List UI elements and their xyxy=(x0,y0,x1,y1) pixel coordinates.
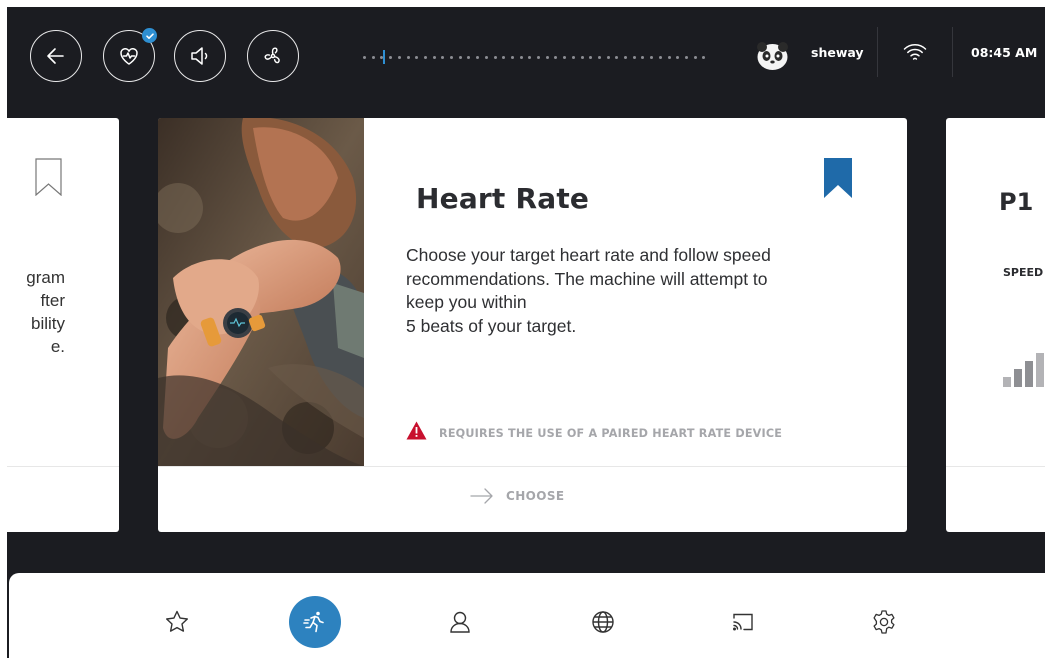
progress-dot xyxy=(606,56,610,59)
choose-label: CHOOSE xyxy=(506,489,565,503)
progress-dot xyxy=(458,56,462,59)
progress-dot xyxy=(702,56,706,59)
progress-dot xyxy=(423,56,427,59)
progress-dot xyxy=(484,56,488,59)
globe-icon xyxy=(592,611,614,633)
progress-dot xyxy=(502,56,506,59)
progress-dot xyxy=(615,56,619,59)
heart-rate-monitor-button[interactable] xyxy=(103,28,157,82)
nav-settings[interactable] xyxy=(858,596,910,648)
progress-dot xyxy=(441,56,445,59)
divider xyxy=(952,27,953,77)
bookmark-filled-icon[interactable] xyxy=(824,158,852,198)
progress-dot xyxy=(537,56,540,59)
card-divider xyxy=(158,466,907,467)
progress-dot xyxy=(545,56,549,59)
nav-internet[interactable] xyxy=(577,596,629,648)
card-divider xyxy=(946,466,1045,467)
card-title: P1 xyxy=(999,188,1034,216)
progress-dot xyxy=(684,56,688,59)
workout-card-next[interactable]: P1 SPEED xyxy=(946,118,1045,532)
progress-dot xyxy=(397,56,401,59)
choose-button[interactable]: CHOOSE xyxy=(470,488,565,504)
card-subtitle: SPEED xyxy=(1003,266,1044,279)
progress-dot xyxy=(432,56,436,59)
progress-dot xyxy=(580,56,584,59)
progress-dot xyxy=(632,56,636,59)
requirement-warning: REQUIRES THE USE OF A PAIRED HEART RATE … xyxy=(439,427,783,440)
gear-icon xyxy=(873,610,895,634)
check-icon xyxy=(145,32,154,39)
progress-dot xyxy=(589,56,593,59)
description-line: Choose your target heart rate and follow… xyxy=(406,245,771,265)
progress-dot xyxy=(624,56,627,59)
progress-dot xyxy=(389,56,393,59)
progress-dot xyxy=(563,56,567,59)
progress-dot xyxy=(450,56,453,59)
progress-dot xyxy=(667,56,671,59)
workout-card-previous[interactable]: gram fter bility e. xyxy=(7,118,119,532)
clock: 08:45 AM xyxy=(971,45,1038,60)
volume-button[interactable] xyxy=(174,30,226,82)
wifi-icon[interactable] xyxy=(902,39,928,65)
username: sheway xyxy=(811,45,864,60)
progress-dot xyxy=(467,56,471,59)
star-icon xyxy=(166,610,188,632)
running-icon xyxy=(303,611,324,633)
card-description: Choose your target heart rate and follow… xyxy=(406,244,846,338)
progress-dot xyxy=(693,56,697,59)
progress-marker xyxy=(383,50,385,64)
description-line: keep you within xyxy=(406,292,527,312)
progress-dot xyxy=(571,56,575,59)
nav-screen-mirror[interactable] xyxy=(717,596,769,648)
card-description: gram fter bility e. xyxy=(26,268,65,356)
progress-dot xyxy=(519,56,523,59)
nav-favorites[interactable] xyxy=(151,596,203,648)
connected-badge xyxy=(142,28,157,43)
description-line: recommendations. The machine will attemp… xyxy=(406,268,768,289)
cast-icon xyxy=(733,613,753,631)
bottom-navigation xyxy=(9,573,1045,658)
progress-dot xyxy=(658,56,662,59)
warning-icon xyxy=(406,421,427,440)
speaker-icon xyxy=(191,47,208,65)
progress-dot xyxy=(528,56,532,59)
back-button[interactable] xyxy=(30,30,82,82)
fan-icon xyxy=(264,47,280,64)
progress-dot xyxy=(476,56,480,59)
nav-profile[interactable] xyxy=(434,596,486,648)
progress-dot xyxy=(554,56,558,59)
heart-pulse-icon xyxy=(120,48,138,65)
arrow-left-icon xyxy=(47,48,64,64)
progress-dot xyxy=(371,56,375,59)
intensity-bars-icon xyxy=(1003,353,1044,387)
arrow-right-icon xyxy=(470,488,493,504)
user-avatar[interactable] xyxy=(756,41,789,71)
progress-dot xyxy=(510,56,514,59)
app-screen: sheway 08:45 AM gram fter bility e. Hear… xyxy=(7,7,1045,658)
workout-card-heart-rate[interactable]: Heart Rate Choose your target heart rate… xyxy=(158,118,907,532)
fan-button[interactable] xyxy=(247,30,299,82)
card-title: Heart Rate xyxy=(416,182,590,215)
top-bar: sheway 08:45 AM xyxy=(7,7,1045,98)
description-line: 5 beats of your target. xyxy=(406,315,577,336)
progress-dot xyxy=(406,56,410,59)
card-divider xyxy=(7,466,119,467)
user-icon xyxy=(450,611,470,633)
workout-progress-indicator xyxy=(363,50,708,64)
progress-dot xyxy=(597,56,601,59)
progress-dot xyxy=(415,56,419,59)
progress-dot xyxy=(493,56,497,59)
nav-workouts[interactable] xyxy=(289,596,341,648)
divider xyxy=(877,27,878,77)
progress-dot xyxy=(641,56,645,59)
heart-rate-workout-photo xyxy=(158,118,364,466)
progress-dot xyxy=(650,56,654,59)
bookmark-outline-icon[interactable] xyxy=(35,158,62,196)
progress-dot xyxy=(363,56,366,59)
progress-dot xyxy=(676,56,680,59)
